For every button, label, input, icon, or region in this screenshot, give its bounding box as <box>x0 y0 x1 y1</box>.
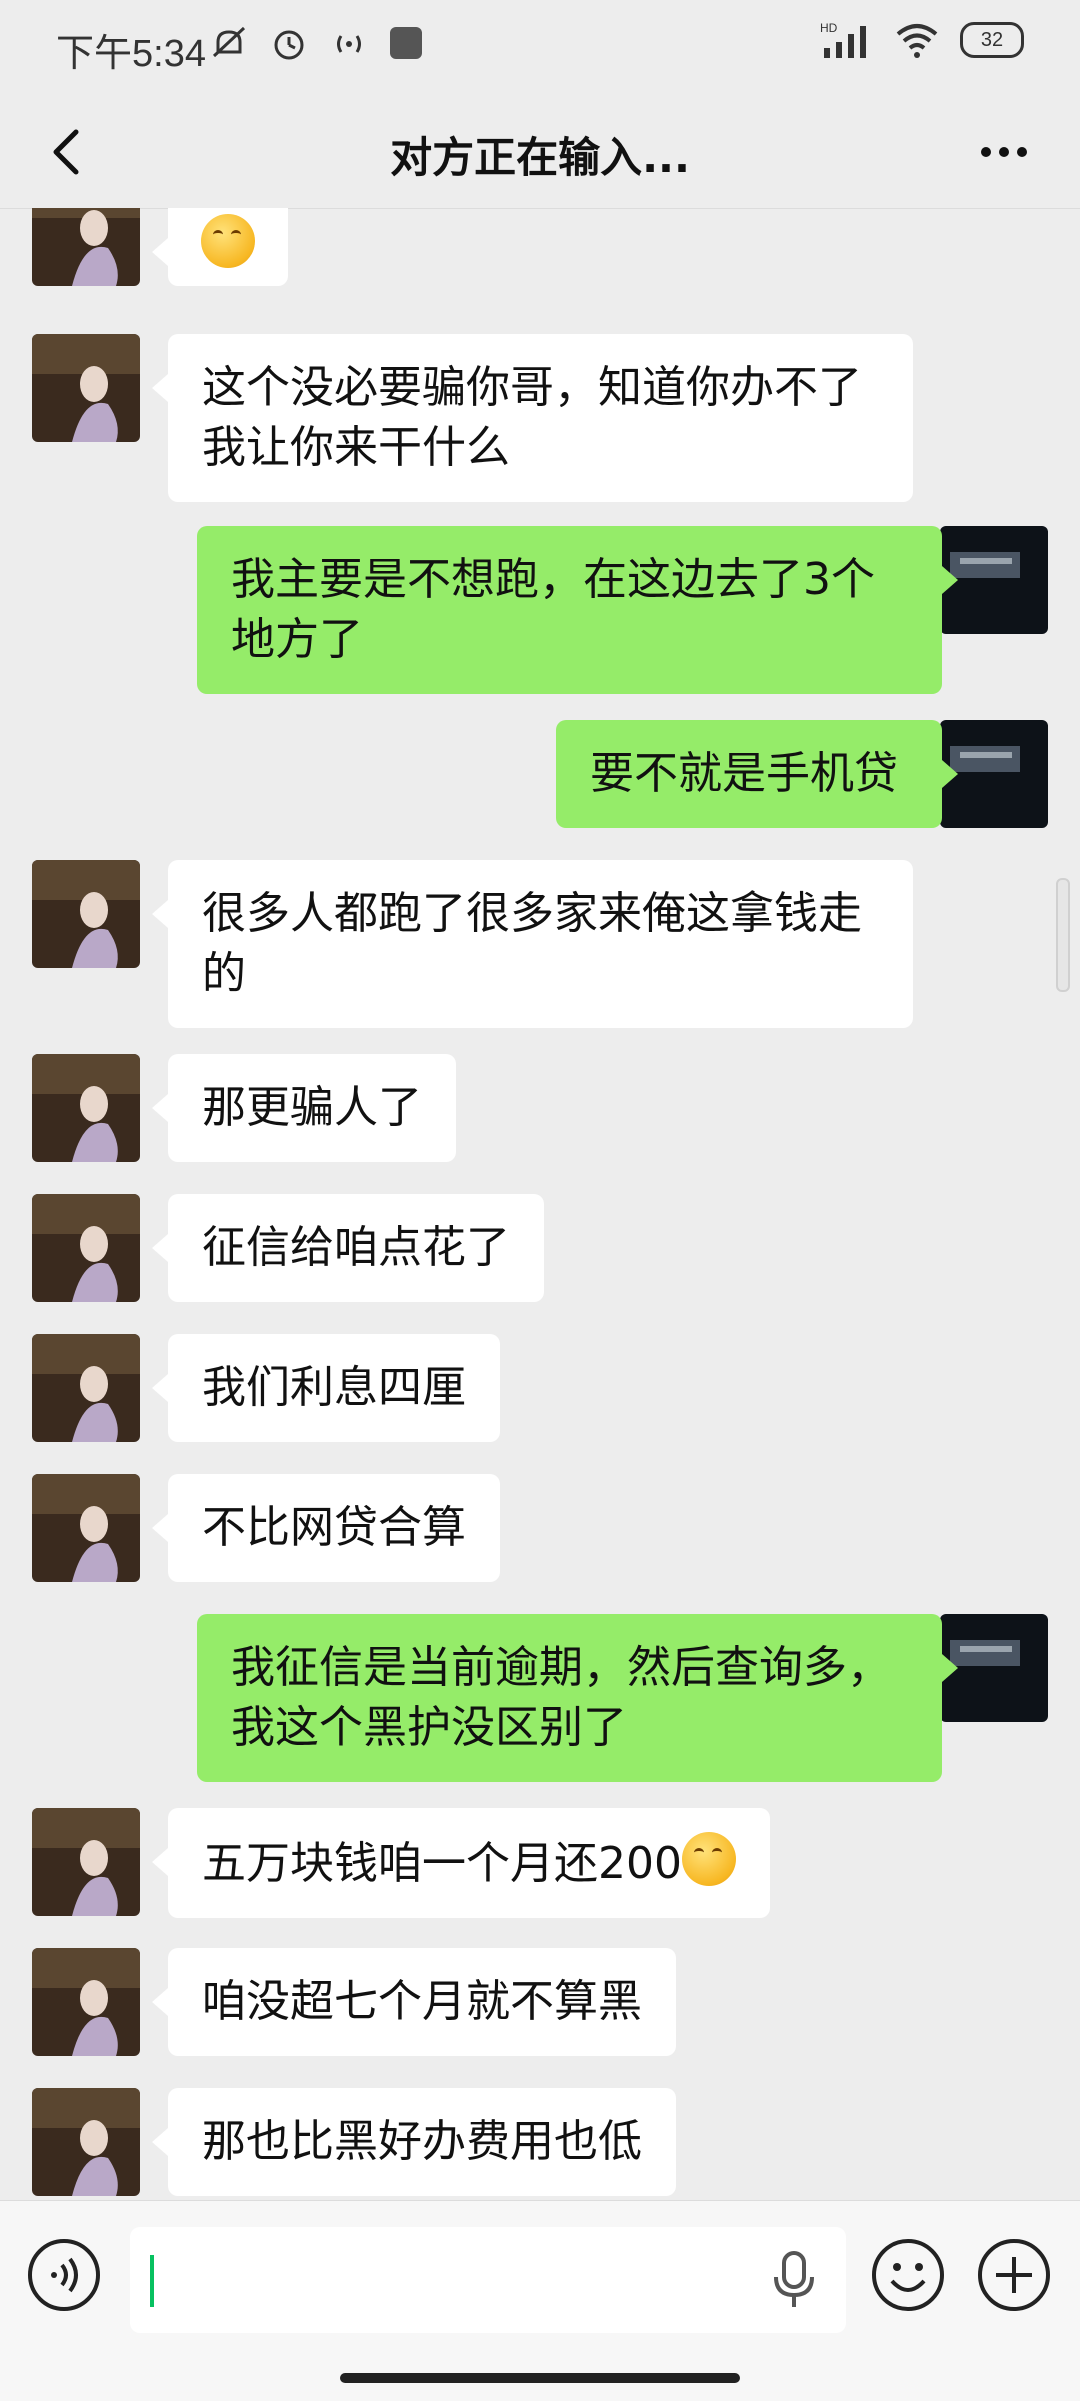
contact-avatar[interactable] <box>32 208 140 286</box>
scrollbar[interactable] <box>1056 878 1070 992</box>
message-bubble[interactable]: 我征信是当前逾期，然后查询多，我这个黑护没区别了 <box>197 1614 958 1782</box>
plus-button[interactable] <box>976 2237 1052 2313</box>
message-bubble[interactable]: 很多人都跑了很多家来俺这拿钱走的 <box>152 860 913 1028</box>
status-time: 下午5:34 <box>56 33 206 75</box>
status-icons-left <box>208 22 424 64</box>
chat-area[interactable]: 这个没必要骗你哥，知道你办不了我让你来干什么 我主要是不想跑，在这边去了3个地方… <box>0 208 1080 2200</box>
smirk-emoji-icon <box>681 1832 736 1886</box>
contact-avatar[interactable] <box>32 860 140 968</box>
message-bubble[interactable]: 那更骗人了 <box>152 1054 456 1162</box>
message-input[interactable] <box>130 2227 846 2333</box>
battery-indicator: 32 <box>960 22 1024 58</box>
contact-avatar[interactable] <box>32 334 140 442</box>
contact-avatar[interactable] <box>32 1948 140 2056</box>
hd-label: HD <box>820 21 838 35</box>
contact-avatar[interactable] <box>32 1474 140 1582</box>
contact-avatar[interactable] <box>32 1194 140 1302</box>
text-caret <box>150 2255 154 2307</box>
status-icons-right: HD 32 <box>820 20 1024 60</box>
alarm-icon <box>274 30 304 60</box>
app-notification-icon <box>390 27 422 59</box>
message-bubble[interactable]: 这个没必要骗你哥，知道你办不了我让你来干什么 <box>152 334 913 502</box>
message-bubble[interactable]: 那也比黑好办费用也低 <box>152 2088 676 2196</box>
message-text: 五万块钱咱一个月还200 <box>202 1838 682 1889</box>
contact-avatar[interactable] <box>32 2088 140 2196</box>
signal-icon: HD <box>820 21 866 58</box>
message-bubble[interactable]: 五万块钱咱一个月还200 <box>152 1808 770 1918</box>
more-options-button[interactable] <box>964 120 1044 184</box>
message-bubble[interactable]: 不比网贷合算 <box>152 1474 500 1582</box>
message-bubble[interactable]: 咱没超七个月就不算黑 <box>152 1948 676 2056</box>
hotspot-icon <box>337 35 361 53</box>
home-indicator[interactable] <box>340 2373 740 2383</box>
voice-mode-button[interactable] <box>26 2237 102 2313</box>
emoji-button[interactable] <box>870 2237 946 2313</box>
message-bubble[interactable]: 我们利息四厘 <box>152 1334 500 1442</box>
input-bar <box>0 2200 1080 2401</box>
contact-avatar[interactable] <box>32 1808 140 1916</box>
chat-header: 对方正在输入... <box>0 96 1080 209</box>
mute-bell-icon <box>212 26 246 58</box>
message-bubble[interactable] <box>152 208 288 286</box>
status-bar: 下午5:34 HD 32 <box>0 0 1080 96</box>
contact-avatar[interactable] <box>32 1054 140 1162</box>
message-bubble[interactable]: 我主要是不想跑，在这边去了3个地方了 <box>197 526 958 694</box>
microphone-icon[interactable] <box>770 2249 818 2311</box>
smirk-emoji-icon <box>201 214 255 268</box>
contact-avatar[interactable] <box>32 1334 140 1442</box>
message-bubble[interactable]: 要不就是手机贷 <box>556 720 958 828</box>
message-bubble[interactable]: 征信给咱点花了 <box>152 1194 544 1302</box>
wifi-icon <box>896 24 938 58</box>
chat-title: 对方正在输入... <box>390 133 690 182</box>
